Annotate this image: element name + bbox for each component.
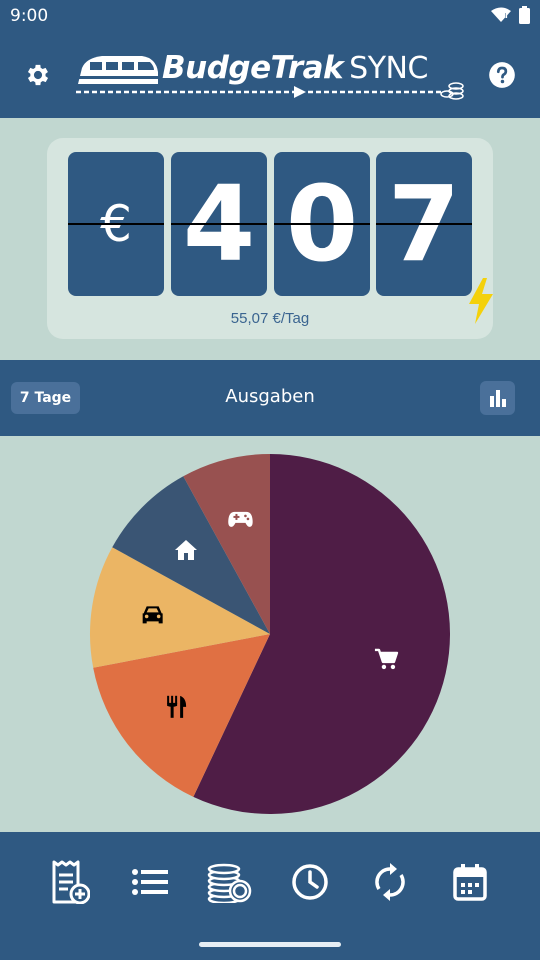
add-transaction-button[interactable] — [46, 858, 94, 906]
calendar-icon — [453, 864, 487, 901]
car-icon — [142, 606, 163, 624]
history-button[interactable] — [286, 858, 334, 906]
help-circle-icon — [489, 62, 515, 88]
status-time: 9:00 — [10, 6, 49, 26]
tile-split-line — [376, 223, 472, 225]
app-logo: BudgeTrak SYNC — [72, 46, 472, 104]
chart-toggle-button[interactable] — [480, 381, 515, 415]
app-title-suffix: SYNC — [349, 51, 428, 86]
home-indicator — [199, 942, 341, 947]
calendar-button[interactable] — [446, 858, 494, 906]
list-icon — [132, 869, 168, 895]
digit-tile: 0 — [274, 152, 370, 296]
sync-button[interactable] — [366, 858, 414, 906]
help-button[interactable] — [484, 57, 520, 93]
wifi-icon — [491, 7, 511, 22]
sync-icon — [375, 863, 405, 901]
transactions-list-button[interactable] — [126, 858, 174, 906]
app-header: BudgeTrak SYNC — [0, 32, 540, 118]
add-receipt-icon — [52, 860, 90, 904]
budget-button[interactable] — [205, 858, 253, 906]
currency-tile: € — [68, 152, 164, 296]
lightning-icon — [469, 278, 493, 324]
app-title-name: BudgeTrak — [162, 50, 344, 86]
section-toolbar: 7 Tage Ausgaben — [0, 360, 540, 436]
settings-button[interactable] — [20, 57, 56, 93]
budget-counter-card: € 4 0 7 55,07 €/Tag — [47, 138, 493, 339]
tile-split-line — [274, 223, 370, 225]
gear-icon — [27, 64, 49, 86]
battery-icon — [519, 6, 530, 24]
expense-pie-chart — [0, 436, 540, 832]
digit-tile: 4 — [171, 152, 267, 296]
pie-chart-svg — [90, 454, 450, 814]
section-title: Ausgaben — [225, 386, 315, 407]
bottom-navigation — [0, 832, 540, 960]
tile-split-line — [68, 223, 164, 225]
tile-split-line — [171, 223, 267, 225]
daily-rate: 55,07 €/Tag — [230, 310, 310, 327]
coins-icon — [207, 863, 252, 903]
status-icons — [491, 6, 530, 24]
bar-chart-icon — [489, 390, 506, 407]
digit-tile: 7 — [376, 152, 472, 296]
clock-icon — [292, 864, 328, 900]
status-bar: 9:00 — [0, 0, 540, 32]
app-title: BudgeTrak SYNC — [162, 50, 428, 86]
